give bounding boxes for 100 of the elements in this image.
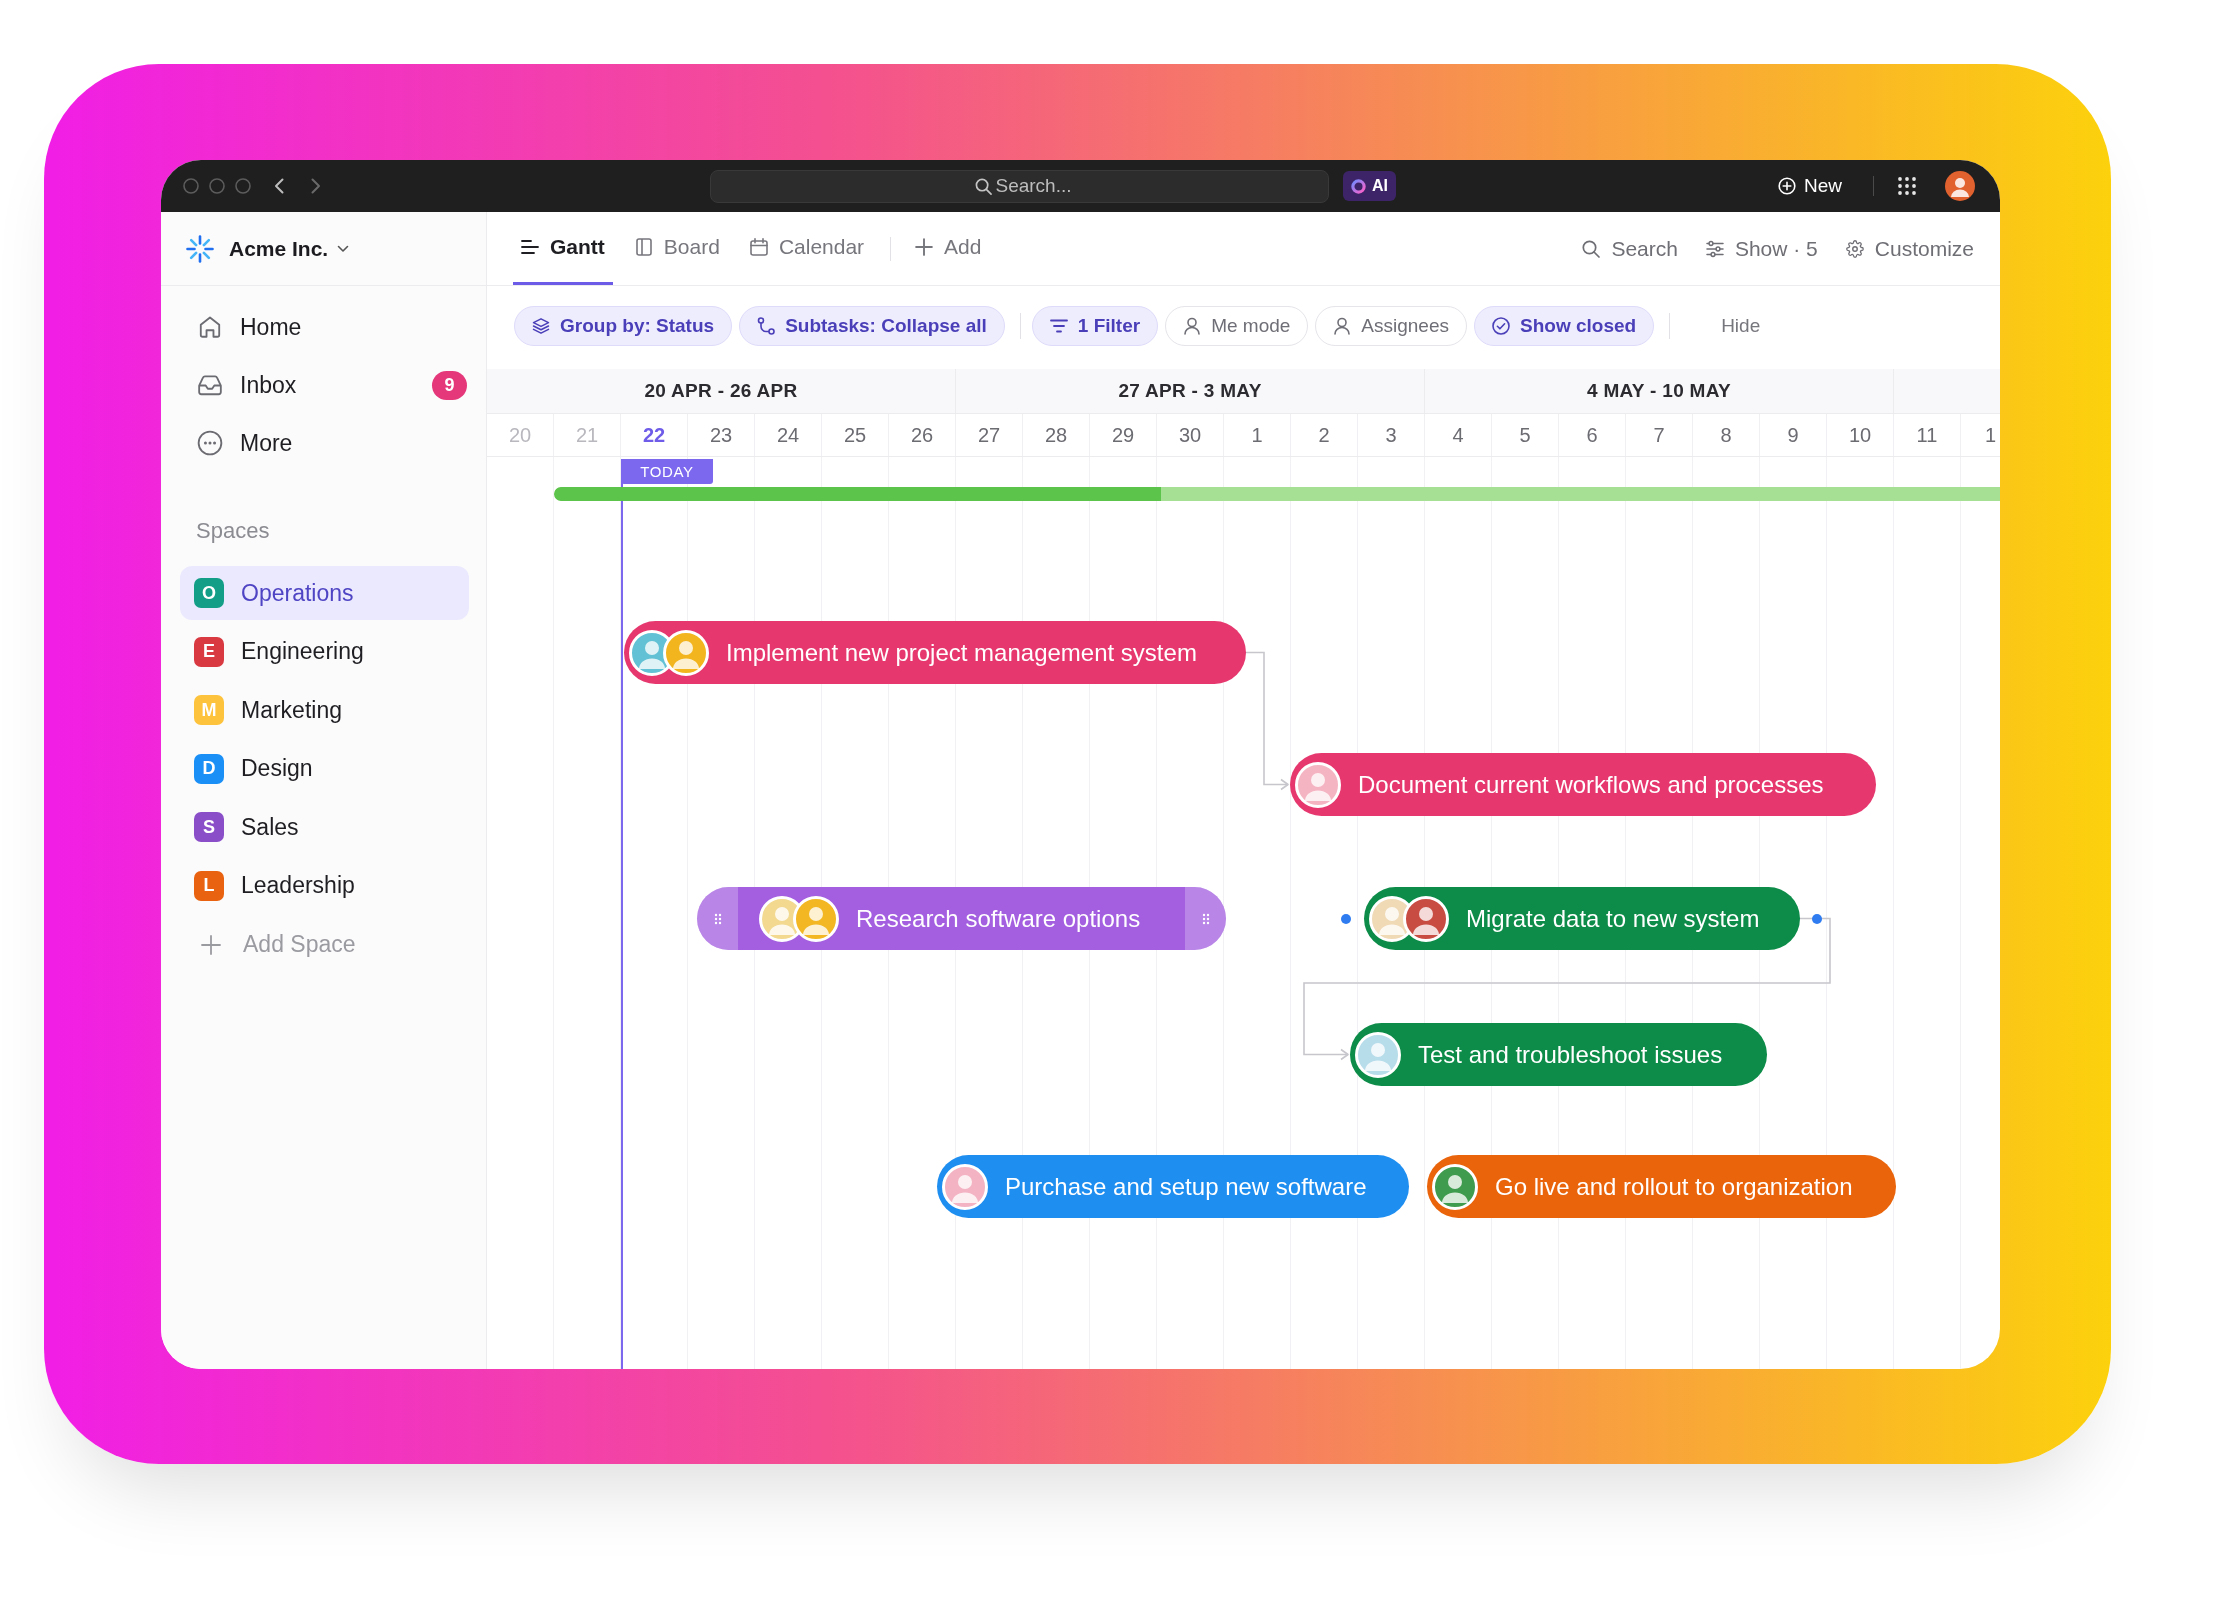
filter-chip[interactable]: 1 Filter <box>1031 306 1159 346</box>
ai-button[interactable]: AI <box>1343 171 1396 201</box>
day-label: 5 <box>1492 414 1559 456</box>
ring-icon <box>1351 178 1366 194</box>
workspace-switcher[interactable]: Acme Inc. <box>186 234 350 263</box>
day-label: 30 <box>1157 414 1224 456</box>
filter-icon <box>1049 317 1068 335</box>
apps-grid-icon[interactable] <box>1898 177 1916 195</box>
day-label: 20 <box>487 414 554 456</box>
space-item[interactable]: S Sales <box>180 800 469 855</box>
day-label: 25 <box>822 414 889 456</box>
day-label: 7 <box>1626 414 1693 456</box>
day-label: 27 <box>956 414 1023 456</box>
chevron-left-icon[interactable] <box>274 178 284 194</box>
day-label: 28 <box>1023 414 1090 456</box>
task-bar[interactable]: Research software options <box>697 887 1226 950</box>
day-label: 11 <box>1894 414 1961 456</box>
burst-logo-icon <box>186 234 214 263</box>
panel-icon <box>634 238 653 256</box>
task-bar[interactable]: Migrate data to new system <box>1364 887 1800 950</box>
settings-icon <box>1845 239 1864 258</box>
filter-chip[interactable]: Show closed <box>1474 306 1655 346</box>
count-badge: 9 <box>432 370 467 400</box>
window-control-icon[interactable] <box>183 178 199 194</box>
link-point-icon[interactable] <box>1812 913 1822 924</box>
space-item[interactable]: D Design <box>180 741 469 796</box>
space-initial: E <box>194 636 224 667</box>
nav-item[interactable]: Home <box>180 298 469 356</box>
drag-handle-icon[interactable] <box>1185 887 1226 950</box>
filter-chip[interactable]: Me mode <box>1165 306 1309 346</box>
task-bar[interactable]: Implement new project management system <box>624 621 1246 684</box>
task-bar[interactable]: Test and troubleshoot issues <box>1350 1023 1767 1086</box>
plus-circle-icon <box>1778 177 1796 195</box>
space-initial: S <box>194 812 224 843</box>
new-button[interactable]: New <box>1778 175 1842 197</box>
space-initial: O <box>194 578 224 608</box>
space-initial: M <box>194 695 224 726</box>
chevron-down-icon <box>337 244 350 253</box>
view-tab[interactable]: Calendar <box>741 212 873 285</box>
day-label: 8 <box>1693 414 1760 456</box>
search-field[interactable]: Search... <box>710 169 1329 203</box>
day-label: 4 <box>1425 414 1492 456</box>
space-item[interactable]: M Marketing <box>180 683 469 738</box>
space-initial: L <box>194 870 224 901</box>
nav-item[interactable]: More <box>180 414 469 472</box>
lines-icon <box>521 238 539 256</box>
person-icon <box>1333 317 1352 335</box>
week-label: 27 APR - 3 MAY <box>1118 380 1262 402</box>
task-bar[interactable]: Go live and rollout to organization <box>1427 1155 1896 1218</box>
calendar-icon <box>749 238 768 256</box>
nav-item[interactable]: Inbox 9 <box>180 356 469 414</box>
tray-icon <box>197 372 223 398</box>
home-icon <box>197 314 223 340</box>
customize-button[interactable]: Customize <box>1845 212 1974 285</box>
day-label: 6 <box>1559 414 1626 456</box>
day-label: 24 <box>755 414 822 456</box>
branch-icon <box>757 317 776 335</box>
day-label: 9 <box>1760 414 1827 456</box>
layers-icon <box>532 317 550 335</box>
week-label: 20 APR - 26 APR <box>644 380 798 402</box>
sliders-icon <box>1705 239 1724 258</box>
show-button[interactable]: Show · 5 <box>1705 212 1818 285</box>
day-label: 2 <box>1291 414 1358 456</box>
view-tab[interactable]: Board <box>626 212 728 285</box>
window-control-icon[interactable] <box>209 178 225 194</box>
today-marker: TODAY <box>621 459 713 484</box>
day-label: 1 <box>1224 414 1291 456</box>
space-item[interactable]: E Engineering <box>180 624 469 679</box>
section-heading: Spaces <box>195 517 271 545</box>
day-label: 26 <box>889 414 956 456</box>
drag-handle-icon[interactable] <box>697 887 738 950</box>
hide-button[interactable]: Hide <box>1711 306 1771 346</box>
chevron-right-icon[interactable] <box>311 178 321 194</box>
week-label: 4 MAY - 10 MAY <box>1587 380 1731 402</box>
day-label: 3 <box>1358 414 1425 456</box>
user-avatar-icon[interactable] <box>1945 171 1975 201</box>
person-icon <box>1183 317 1202 335</box>
space-item[interactable]: L Leadership <box>180 858 469 913</box>
search-icon <box>975 177 992 195</box>
filter-chip[interactable]: Group by: Status <box>514 306 733 346</box>
view-tab[interactable]: Gantt <box>513 212 613 285</box>
search-button[interactable]: Search <box>1582 212 1678 285</box>
plus-icon <box>201 934 221 955</box>
plus-icon <box>915 238 934 256</box>
space-item[interactable]: O Operations <box>180 566 469 620</box>
space-initial: D <box>194 753 224 784</box>
check-circle-icon <box>1492 317 1510 335</box>
day-label: 1 <box>1984 422 1998 448</box>
filter-chip[interactable]: Assignees <box>1315 306 1467 346</box>
filter-chip[interactable]: Subtasks: Collapse all <box>739 306 1005 346</box>
search-icon <box>1582 239 1601 258</box>
day-label: 29 <box>1090 414 1157 456</box>
task-bar[interactable]: Purchase and setup new software <box>937 1155 1409 1218</box>
link-point-icon[interactable] <box>1341 913 1351 924</box>
window-control-icon[interactable] <box>235 178 251 194</box>
task-bar[interactable]: Document current workflows and processes <box>1290 753 1876 816</box>
dots-circle-icon <box>197 430 223 456</box>
day-label: 21 <box>554 414 621 456</box>
add-view-button[interactable]: Add <box>907 212 990 285</box>
day-label: 23 <box>688 414 755 456</box>
